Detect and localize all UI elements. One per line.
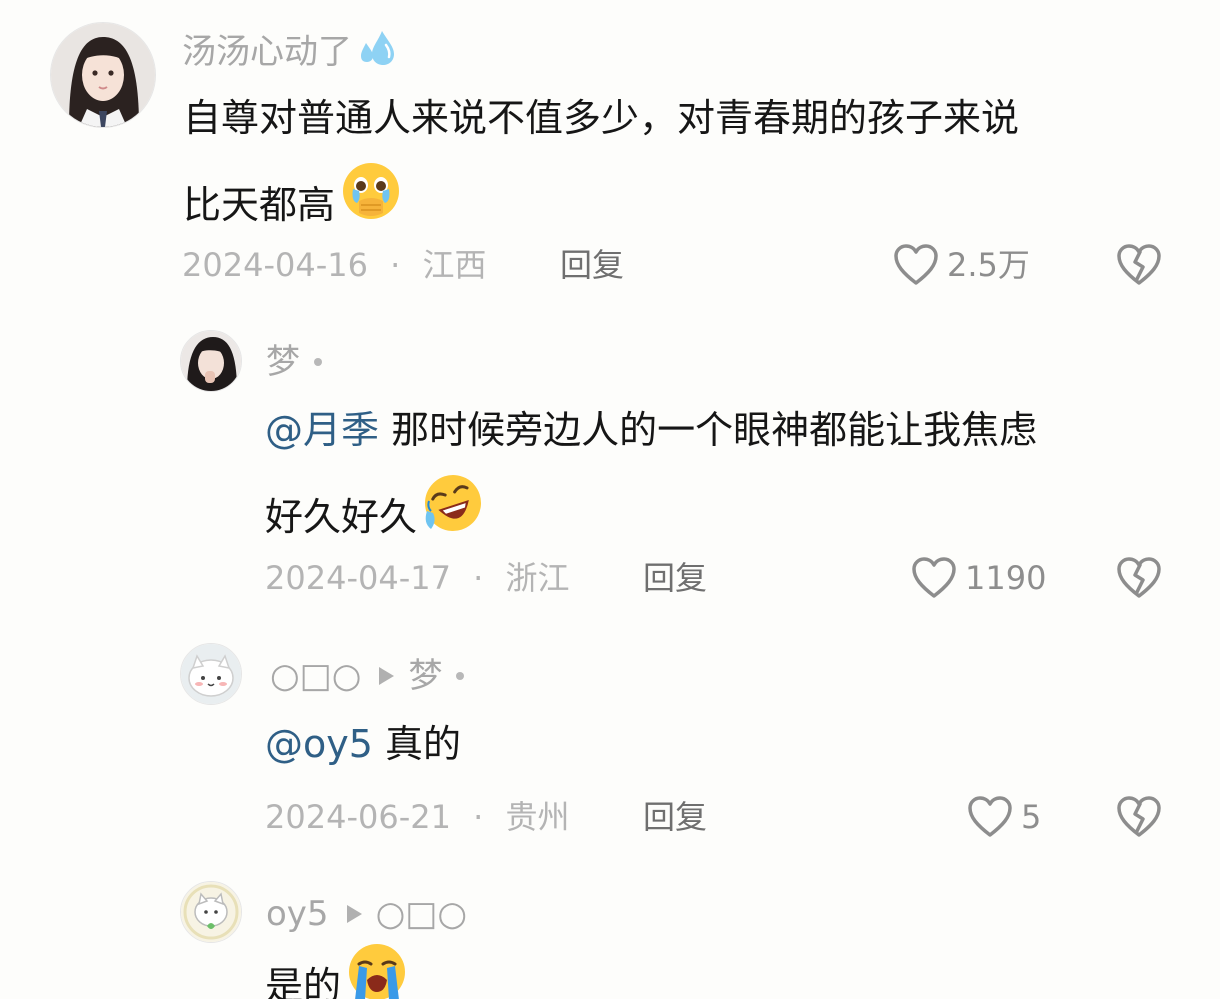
crying-covering-mouth-emoji bbox=[339, 159, 403, 251]
username[interactable]: ○□○ 梦 bbox=[270, 656, 465, 696]
comment-text: @月季 那时候旁边人的一个眼神都能让我焦虑 好久好久 bbox=[265, 389, 1037, 563]
comment-thread: 汤汤心动了 自尊对普通人来说不值多少，对青春期的孩子来说 比天都高 2024-0… bbox=[0, 0, 1220, 999]
like-count: 5 bbox=[1021, 798, 1042, 836]
droplets-icon bbox=[356, 27, 400, 76]
username[interactable]: oy5 ○□○ bbox=[266, 894, 467, 934]
author-dot-icon bbox=[456, 672, 465, 680]
comment-meta: 2024-06-21 · 贵州 bbox=[265, 798, 570, 836]
dislike-button[interactable] bbox=[1116, 556, 1162, 604]
dislike-button[interactable] bbox=[1116, 243, 1162, 291]
broken-heart-icon bbox=[1117, 796, 1161, 837]
mention-link[interactable]: @月季 bbox=[265, 408, 379, 452]
comment-text: 自尊对普通人来说不值多少，对青春期的孩子来说 比天都高 bbox=[183, 77, 1019, 251]
heart-icon bbox=[968, 796, 1012, 837]
loudly-crying-emoji bbox=[345, 940, 409, 999]
username[interactable]: 汤汤心动了 bbox=[182, 27, 400, 76]
rolling-laughing-emoji bbox=[421, 471, 485, 563]
heart-icon bbox=[894, 244, 938, 285]
avatar[interactable] bbox=[180, 330, 242, 392]
heart-icon bbox=[912, 557, 956, 598]
username[interactable]: 梦 bbox=[266, 342, 322, 382]
like-count: 1190 bbox=[965, 559, 1047, 597]
reply-button[interactable]: 回复 bbox=[560, 245, 624, 285]
avatar[interactable] bbox=[180, 643, 242, 705]
author-dot-icon bbox=[314, 358, 322, 366]
comment-meta: 2024-04-16 · 江西 bbox=[182, 246, 487, 284]
comment-text: @oy5 真的 bbox=[265, 722, 462, 766]
like-button[interactable]: 5 bbox=[967, 795, 1041, 839]
comment-text: 是的 bbox=[265, 940, 409, 999]
dislike-button[interactable] bbox=[1116, 795, 1162, 843]
mention-link[interactable]: @oy5 bbox=[265, 722, 373, 766]
like-button[interactable]: 2.5万 bbox=[893, 243, 1030, 287]
avatar[interactable] bbox=[180, 881, 242, 943]
reply-button[interactable]: 回复 bbox=[643, 558, 707, 598]
reply-button[interactable]: 回复 bbox=[643, 797, 707, 837]
reply-arrow-icon bbox=[379, 667, 395, 685]
avatar[interactable] bbox=[50, 22, 156, 128]
broken-heart-icon bbox=[1117, 557, 1161, 598]
comment-meta: 2024-04-17 · 浙江 bbox=[265, 559, 570, 597]
like-button[interactable]: 1190 bbox=[911, 556, 1046, 600]
broken-heart-icon bbox=[1117, 244, 1161, 285]
like-count: 2.5万 bbox=[947, 246, 1030, 284]
reply-arrow-icon bbox=[346, 905, 362, 923]
